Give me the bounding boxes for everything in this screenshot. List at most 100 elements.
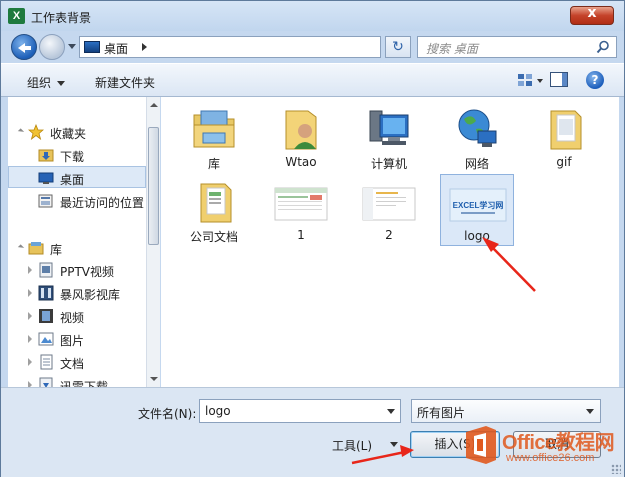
filename-value[interactable]: logo: [205, 404, 231, 418]
window-title: 工作表背景: [31, 11, 92, 25]
site-watermark: Office教程网 www.office26.com: [458, 422, 622, 476]
nav-item-documents[interactable]: 文档: [8, 351, 146, 373]
preview-pane-icon[interactable]: [550, 72, 568, 87]
file-item-label: 网络: [464, 157, 489, 171]
organize-menu-button[interactable]: 组织: [27, 74, 66, 91]
expanded-arrow-icon[interactable]: [17, 128, 25, 135]
nav-item-pictures[interactable]: 图片: [8, 328, 146, 350]
expanded-arrow-icon[interactable]: [17, 244, 25, 251]
chevron-down-icon[interactable]: [586, 409, 594, 414]
forward-button[interactable]: [39, 34, 65, 60]
change-view-icon[interactable]: [517, 73, 533, 87]
nav-item-baofeng[interactable]: 暴风影视库: [8, 282, 146, 304]
documents-library-icon: [40, 354, 53, 370]
folder-icon: [200, 183, 232, 223]
file-item-library[interactable]: 库: [177, 101, 251, 173]
nav-item-recent-places[interactable]: 最近访问的位置: [8, 190, 146, 212]
chevron-down-icon[interactable]: [387, 409, 395, 414]
excel-app-icon: X: [8, 8, 25, 24]
collapsed-arrow-icon[interactable]: [28, 266, 32, 274]
watermark-url: www.office26.com: [506, 452, 595, 464]
file-item-label: 库: [207, 157, 220, 171]
collapsed-arrow-icon[interactable]: [28, 335, 32, 343]
filename-field[interactable]: logo: [199, 399, 401, 423]
help-icon[interactable]: ?: [586, 71, 604, 89]
filename-label: 文件名(N):: [138, 407, 197, 421]
collapsed-arrow-icon[interactable]: [28, 289, 32, 297]
file-item-logo[interactable]: EXCEL学习网 logo: [440, 174, 514, 246]
nav-favorites-header[interactable]: 收藏夹: [8, 121, 146, 143]
nav-item-label: PPTV视频: [60, 265, 115, 279]
back-button[interactable]: [11, 34, 37, 60]
address-bar[interactable]: 桌面: [79, 36, 454, 58]
file-item-label: logo: [464, 229, 490, 243]
file-item-label: 2: [385, 228, 393, 242]
chevron-down-icon[interactable]: [390, 442, 398, 447]
file-item-network[interactable]: 网络: [440, 101, 514, 173]
file-item-label: 1: [297, 228, 305, 242]
download-folder-icon: [38, 149, 54, 162]
title-bar: X 工作表背景: [1, 1, 624, 31]
nav-item-desktop[interactable]: 桌面: [8, 166, 146, 188]
file-item-gif[interactable]: gif: [527, 101, 601, 173]
nav-favorites-label: 收藏夹: [50, 127, 87, 141]
nav-item-label: 文档: [60, 357, 85, 371]
tools-menu-button[interactable]: 工具(L): [332, 437, 372, 454]
recent-pages-dropdown[interactable]: [68, 44, 76, 49]
collapsed-arrow-icon[interactable]: [28, 312, 32, 320]
nav-item-pptv[interactable]: PPTV视频: [8, 259, 146, 281]
file-item-company-docs[interactable]: 公司文档: [177, 174, 251, 246]
refresh-button[interactable]: ↻: [385, 36, 411, 58]
image-thumbnail-icon: [362, 187, 416, 221]
view-options-dropdown[interactable]: [537, 79, 543, 83]
file-item-wtao[interactable]: Wtao: [264, 101, 338, 173]
computer-icon: [369, 110, 409, 145]
close-button[interactable]: [570, 5, 614, 25]
organize-label: 组织: [27, 76, 52, 90]
file-item-label: Wtao: [285, 155, 317, 169]
scroll-up-arrow-icon[interactable]: [150, 103, 158, 107]
user-folder-icon: [285, 110, 317, 150]
file-item-2[interactable]: 2: [352, 174, 426, 246]
chevron-down-icon: [57, 81, 66, 86]
navigation-pane: 收藏夹 下载 桌面 最近访问的位置 库 PPTV视频 暴风影视库 视频 图片 文…: [8, 97, 160, 387]
recent-places-icon: [38, 194, 53, 208]
breadcrumb-desktop[interactable]: 桌面: [104, 40, 128, 57]
nav-item-label: 图片: [60, 334, 85, 348]
nav-item-label: 最近访问的位置: [60, 196, 145, 210]
network-icon: [458, 109, 497, 147]
file-item-computer[interactable]: 计算机: [352, 101, 426, 173]
collapsed-arrow-icon[interactable]: [28, 358, 32, 366]
video-library-icon: [39, 262, 53, 278]
nav-item-label: 下载: [60, 150, 85, 164]
nav-item-thunder-downloads[interactable]: 迅雷下载: [8, 374, 146, 387]
image-thumbnail-icon: [274, 187, 328, 221]
new-folder-button[interactable]: 新建文件夹: [95, 74, 155, 91]
scroll-down-arrow-icon[interactable]: [150, 377, 158, 381]
logo-thumbnail-text: EXCEL学习网: [453, 200, 504, 210]
watermark-text: Office教程网: [502, 432, 615, 454]
file-item-label: 公司文档: [189, 230, 238, 244]
nav-item-label: 桌面: [60, 173, 85, 187]
star-icon: [28, 124, 44, 140]
nav-libraries-header[interactable]: 库: [8, 237, 146, 259]
file-item-label: gif: [556, 155, 572, 169]
file-type-select[interactable]: 所有图片: [411, 399, 601, 423]
nav-item-label: 暴风影视库: [60, 288, 121, 302]
file-item-label: 计算机: [370, 157, 407, 171]
file-list: 库 Wtao 计算机 网络 gif 公司文档 1 2 EXCEL学习网 logo: [161, 97, 619, 387]
video-library-icon: [38, 285, 54, 301]
file-item-1[interactable]: 1: [264, 174, 338, 246]
nav-item-videos[interactable]: 视频: [8, 305, 146, 327]
search-input[interactable]: 搜索 桌面: [417, 36, 617, 58]
nav-pane-scrollbar[interactable]: [146, 97, 160, 387]
download-library-icon: [39, 377, 53, 387]
nav-item-downloads[interactable]: 下载: [8, 144, 146, 166]
video-library-icon: [39, 309, 53, 323]
scrollbar-thumb[interactable]: [148, 127, 159, 245]
breadcrumb-chevron-icon[interactable]: [142, 43, 147, 51]
pictures-library-icon: [38, 332, 54, 346]
library-folder-icon: [193, 110, 235, 148]
office-logo-icon: [466, 426, 496, 464]
search-icon[interactable]: [596, 40, 610, 54]
